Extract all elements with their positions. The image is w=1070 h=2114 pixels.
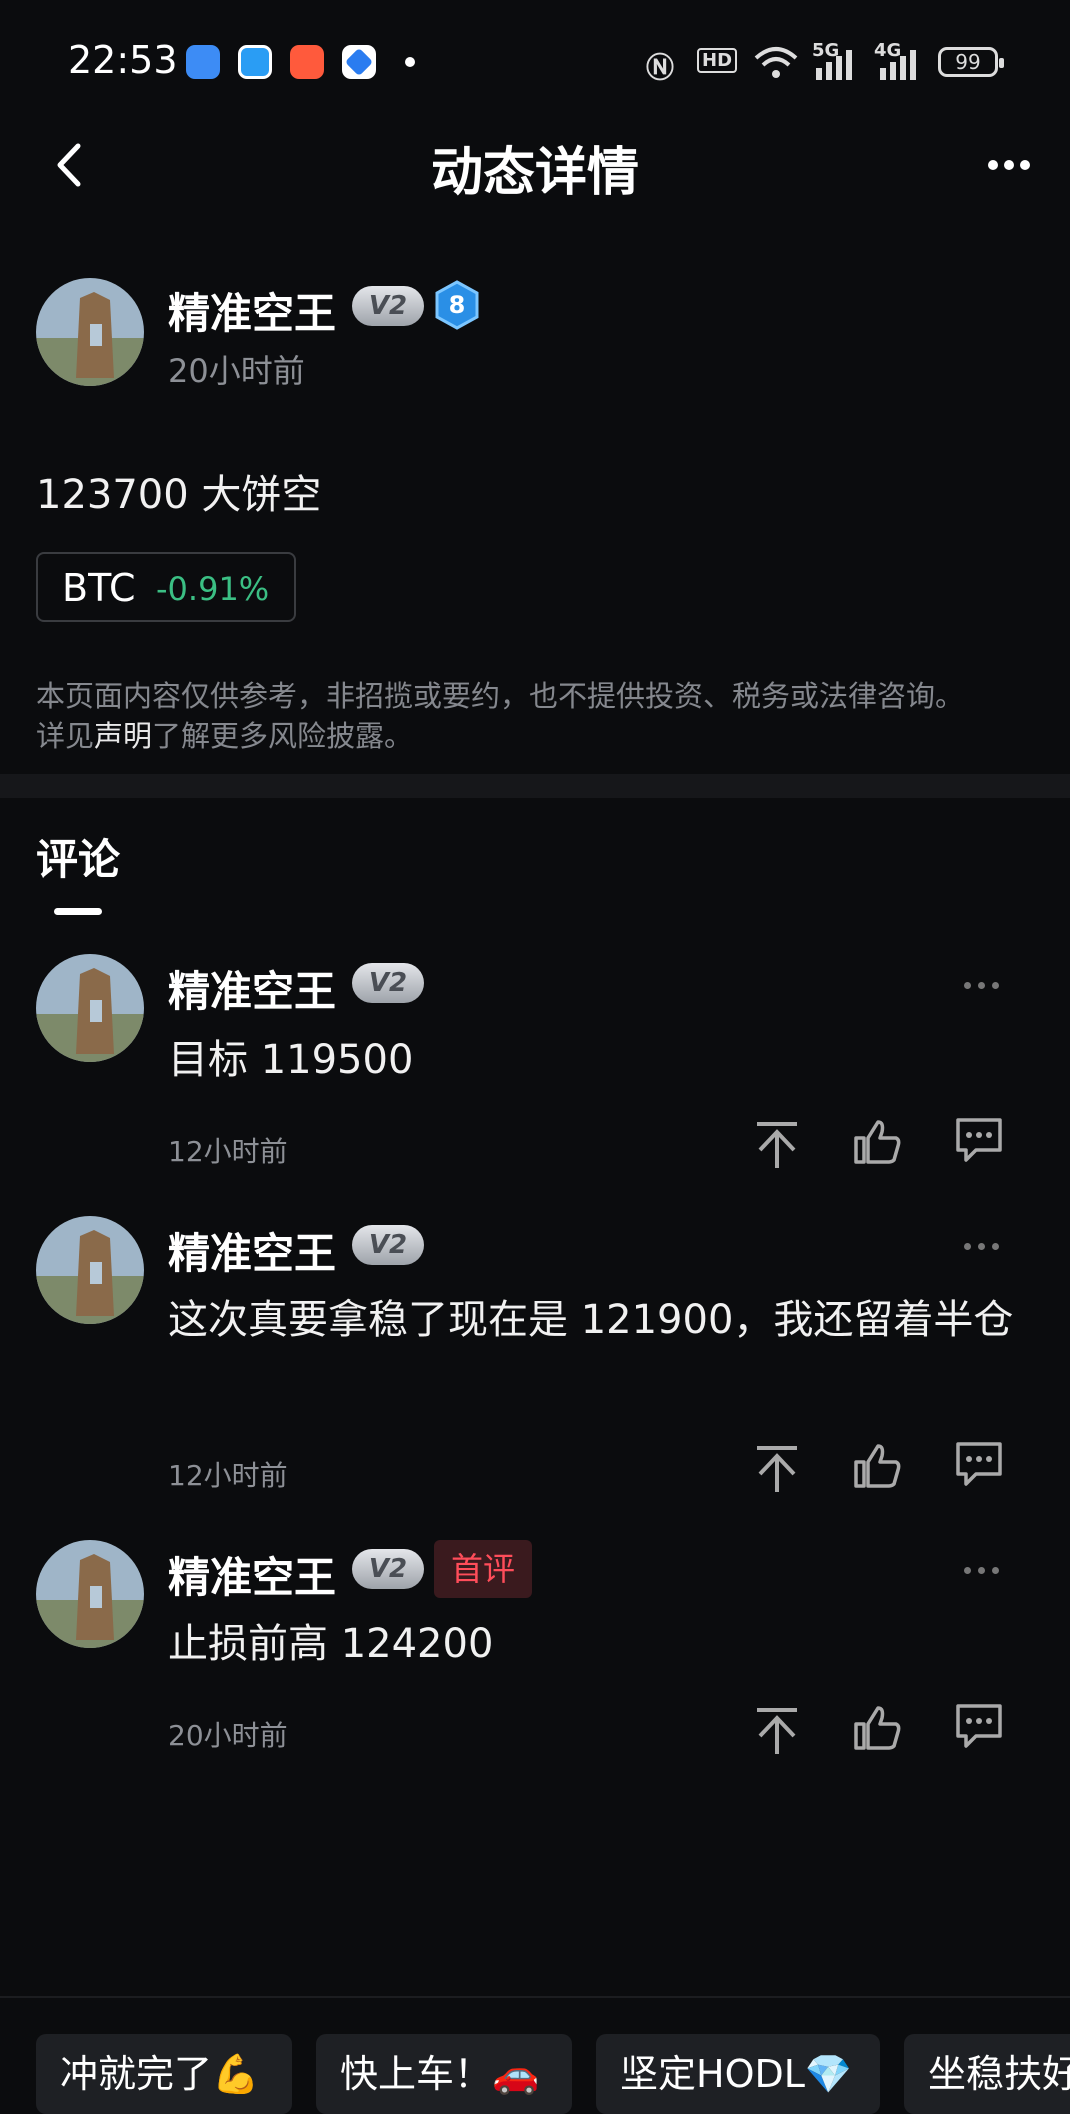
wifi-icon <box>754 47 798 78</box>
signal-5g-icon <box>816 50 852 80</box>
comment-time: 12小时前 <box>168 1135 288 1168</box>
quick-reply-chip[interactable]: 冲就完了💪 <box>36 2034 292 2114</box>
comment-avatar[interactable] <box>36 954 144 1062</box>
comment-time: 12小时前 <box>168 1459 288 1492</box>
status-time: 22:53 <box>68 38 178 82</box>
vip-badge: V2 <box>352 286 424 326</box>
reply-icon[interactable] <box>954 1700 1004 1750</box>
page-title: 动态详情 <box>430 143 639 203</box>
first-comment-badge: 首评 <box>434 1540 532 1598</box>
reply-icon[interactable] <box>954 1114 1004 1164</box>
comment-text: 目标 119500 <box>168 1037 414 1083</box>
notification-dot-icon <box>405 57 415 67</box>
avatar[interactable] <box>36 278 144 386</box>
ticker-chip[interactable]: BTC -0.91% <box>36 552 296 622</box>
comment-more-icon[interactable] <box>964 1559 1006 1578</box>
tab-comments[interactable]: 评论 <box>36 826 120 887</box>
post-content: 123700 大饼空 <box>36 472 322 518</box>
level-badge-icon: 8 <box>435 280 479 330</box>
comment-author[interactable]: 精准空王 <box>168 1544 336 1605</box>
browser-app-icon <box>238 45 272 79</box>
comment-more-icon[interactable] <box>964 974 1006 993</box>
section-divider <box>0 774 1070 798</box>
post-author-name[interactable]: 精准空王 <box>168 280 336 341</box>
vip-badge: V2 <box>352 1225 424 1265</box>
vip-badge: V2 <box>352 963 424 1003</box>
quick-reply-chip[interactable]: 坐稳扶好 <box>904 2034 1070 2114</box>
level-number: 8 <box>449 291 466 319</box>
reply-icon[interactable] <box>954 1438 1004 1488</box>
post-time: 20小时前 <box>168 352 305 390</box>
disclaimer-link[interactable]: 声明 <box>94 719 152 753</box>
disclaimer-line1: 本页面内容仅供参考，非招揽或要约，也不提供投资、税务或法律咨询。 <box>36 679 965 713</box>
hd-icon: HD <box>697 48 738 73</box>
tab-underline <box>54 908 102 915</box>
ticker-change: -0.91% <box>156 570 270 608</box>
comment-author[interactable]: 精准空王 <box>168 1220 336 1281</box>
comment-author[interactable]: 精准空王 <box>168 958 336 1019</box>
battery-icon: 99 <box>938 47 1004 77</box>
nfc-icon: Ⓝ <box>646 51 675 84</box>
quick-reply-chip[interactable]: 快上车！🚗 <box>316 2034 572 2114</box>
note-app-icon <box>342 45 376 79</box>
signal-4g-icon <box>880 50 916 80</box>
comment-avatar[interactable] <box>36 1540 144 1648</box>
disclaimer-suffix: 了解更多风险披露。 <box>152 719 414 753</box>
quick-reply-chip[interactable]: 坚定HODL💎 <box>596 2034 880 2114</box>
shopping-app-icon <box>290 45 324 79</box>
like-icon[interactable] <box>852 1116 902 1166</box>
bottom-divider <box>0 1996 1070 1998</box>
vip-badge: V2 <box>352 1549 424 1589</box>
comment-text: 止损前高 124200 <box>168 1621 494 1667</box>
comment-text: 这次真要拿稳了现在是 121900，我还留着半仓 <box>168 1297 1014 1343</box>
like-icon[interactable] <box>852 1440 902 1490</box>
comment-avatar[interactable] <box>36 1216 144 1324</box>
disclaimer: 本页面内容仅供参考，非招揽或要约，也不提供投资、税务或法律咨询。 详见声明了解更… <box>36 676 1036 756</box>
like-icon[interactable] <box>852 1702 902 1752</box>
pin-top-icon[interactable] <box>752 1444 802 1494</box>
pin-top-icon[interactable] <box>752 1706 802 1756</box>
disclaimer-prefix: 详见 <box>36 719 95 753</box>
ticker-symbol: BTC <box>62 566 136 610</box>
comment-time: 20小时前 <box>168 1719 288 1752</box>
weather-app-icon <box>186 45 220 79</box>
pin-top-icon[interactable] <box>752 1120 802 1170</box>
more-options-icon[interactable] <box>988 155 1036 174</box>
comment-more-icon[interactable] <box>964 1235 1006 1254</box>
